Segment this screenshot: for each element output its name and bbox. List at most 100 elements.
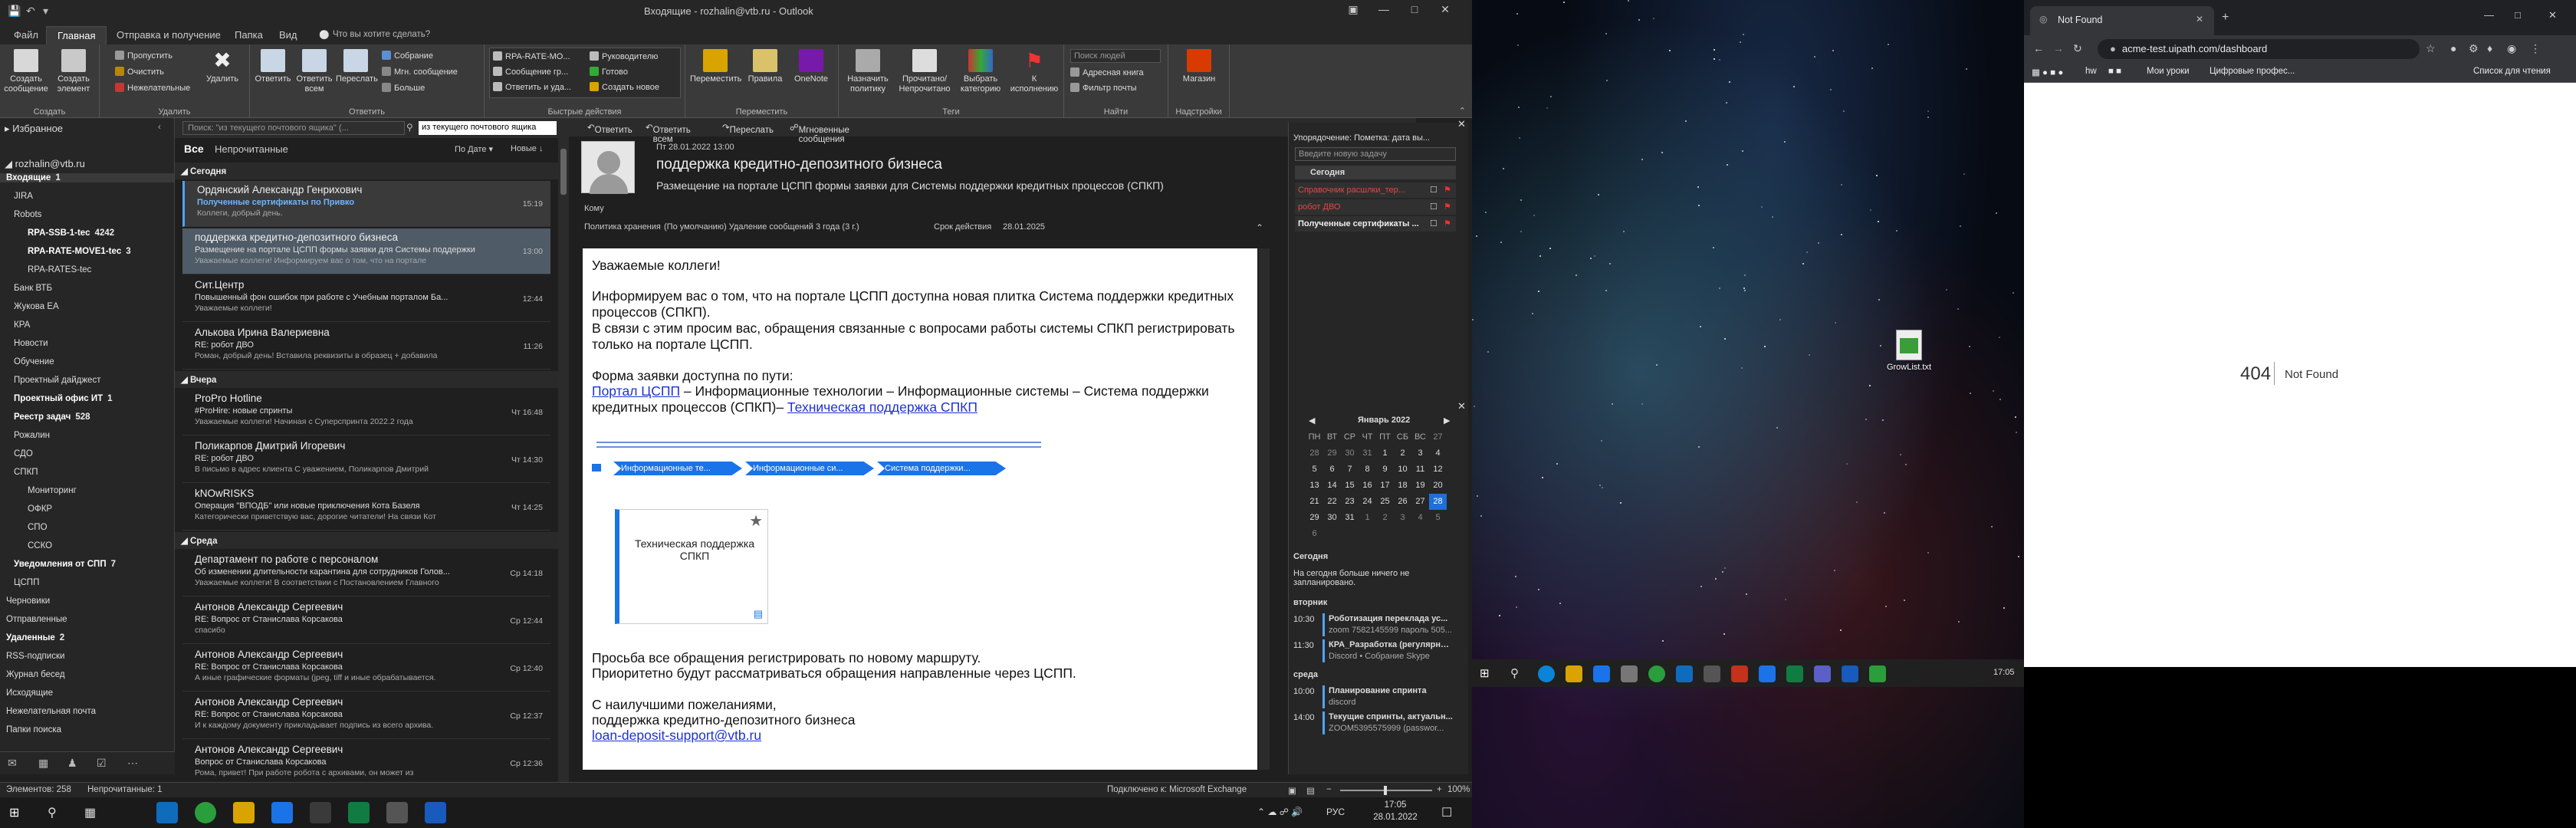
network-taskbar-icon[interactable] — [386, 802, 408, 823]
calendar-day[interactable]: 31 — [1341, 510, 1359, 526]
bookmark-item[interactable]: hw — [2085, 67, 2097, 76]
new-tab-icon[interactable]: + — [2222, 11, 2229, 25]
edge-taskbar-icon[interactable] — [1538, 665, 1555, 682]
excel-taskbar-icon[interactable] — [348, 802, 370, 823]
flag-icon[interactable]: ⚑ — [1444, 202, 1451, 212]
windows-start-icon[interactable]: ⊞ — [1480, 666, 1490, 680]
search-icon[interactable]: ⚲ — [1510, 666, 1519, 680]
flag-icon[interactable]: ⚑ — [1444, 219, 1451, 228]
calendar-day[interactable]: 8 — [1359, 462, 1376, 478]
folder-item[interactable]: Уведомления от СПП 7 — [14, 560, 116, 569]
more-respond-button[interactable]: Больше — [382, 83, 425, 93]
calendar-day[interactable]: 4 — [1411, 510, 1429, 526]
folder-item[interactable]: RPA-RATE-MOVE1-tec 3 — [28, 247, 131, 256]
folder-item[interactable]: Удаленные 2 — [6, 633, 64, 642]
folder-item[interactable]: Проектный дайджест — [14, 376, 100, 385]
sort-by-dropdown[interactable]: По Дате ▾ — [455, 144, 493, 154]
address-bar[interactable]: ● acme-test.uipath.com/dashboard — [2098, 39, 2420, 59]
calendar-day[interactable]: 15 — [1341, 478, 1359, 494]
im-link[interactable]: ☍ Мгновенные сообщения — [790, 122, 849, 144]
folder-item[interactable]: СПКП — [14, 468, 38, 477]
task-checkbox-icon[interactable]: ☐ — [1430, 202, 1438, 212]
close-todo-icon[interactable]: ✕ — [1457, 118, 1466, 130]
message-item[interactable]: Антонов Александр Сергеевич RE: Вопрос от… — [182, 598, 550, 644]
task-item[interactable]: Справочник расшлки_тер... ☐ ⚑ — [1295, 182, 1456, 198]
message-item[interactable]: Сит.Центр Повышенный фон ошибок при работ… — [182, 276, 550, 322]
close-button[interactable]: ✕ — [1430, 3, 1460, 16]
agenda-event[interactable]: 10:30 Роботизация переклада ус... zoom 758… — [1293, 613, 1454, 638]
scrollbar-thumb[interactable] — [560, 149, 567, 195]
outlook-taskbar-icon[interactable] — [156, 802, 178, 823]
excel-taskbar-icon[interactable] — [1786, 665, 1803, 682]
quickstep-item[interactable]: Руководителю — [590, 51, 658, 61]
ribbon-display-icon[interactable]: ▣ — [1338, 3, 1368, 16]
filter-all[interactable]: Все — [184, 143, 204, 155]
calendar-icon[interactable]: ▦ — [38, 757, 48, 770]
pdf-taskbar-icon[interactable] — [1731, 665, 1748, 682]
word-taskbar-icon[interactable] — [425, 802, 446, 823]
quickstep-item[interactable]: RPA-RATE-MO... — [493, 51, 570, 61]
bookmark-item[interactable]: ■ ■ — [2108, 67, 2121, 76]
teams-taskbar-icon[interactable] — [1814, 665, 1831, 682]
tray-icons[interactable]: ⌃ ☁ ☍ 🔊 — [1257, 807, 1303, 817]
filter-mail-button[interactable]: Фильтр почты — [1070, 83, 1137, 93]
extension-icon[interactable]: ● — [2450, 42, 2456, 54]
calendar-day[interactable]: 3 — [1394, 510, 1411, 526]
calendar-day[interactable]: 29 — [1323, 445, 1341, 462]
folder-item[interactable]: RPA-SSB-1-tec 4242 — [28, 228, 114, 238]
word-taskbar-icon[interactable] — [1842, 665, 1858, 682]
reply-link[interactable]: ↶ Ответить — [587, 122, 632, 135]
message-sender[interactable]: поддержка кредитно-депозитного бизнеса — [656, 156, 942, 173]
folder-item[interactable]: ССКО — [28, 541, 52, 550]
search-people-input[interactable]: Поиск людей — [1070, 49, 1161, 63]
folder-item[interactable]: ЦСПП — [14, 578, 39, 587]
calendar-day[interactable]: 6 — [1323, 462, 1341, 478]
undo-icon[interactable]: ↶ — [26, 5, 35, 18]
filter-unread[interactable]: Непрочитанные — [215, 143, 288, 155]
app-taskbar-icon[interactable] — [1704, 665, 1720, 682]
explorer-taskbar-icon[interactable] — [1566, 665, 1582, 682]
flag-icon[interactable]: ⚑ — [1444, 185, 1451, 195]
store-button[interactable]: Магазин — [1176, 49, 1222, 84]
calendar-day[interactable]: 4 — [1429, 445, 1447, 462]
tech-support-link[interactable]: Техническая поддержка СПКП — [787, 399, 978, 415]
calendar-day[interactable]: 29 — [1306, 510, 1323, 526]
prev-month-icon[interactable]: ◀ — [1309, 416, 1315, 426]
calendar-day[interactable]: 20 — [1429, 478, 1447, 494]
calendar-day[interactable]: 30 — [1323, 510, 1341, 526]
calendar-day[interactable]: 25 — [1376, 494, 1394, 510]
folder-item[interactable]: СПО — [28, 523, 48, 532]
zoom-slider-thumb[interactable] — [1384, 786, 1387, 795]
folder-item[interactable]: Обучение — [14, 357, 54, 366]
folder-item[interactable]: RSS-подписки — [6, 652, 64, 661]
im-button[interactable]: Мгн. сообщение — [382, 67, 458, 77]
group-header[interactable]: ◢ Вчера — [175, 371, 558, 388]
zoom-in-icon[interactable]: + — [1437, 785, 1442, 794]
calendar-day[interactable]: 5 — [1306, 462, 1323, 478]
chrome-taskbar-icon[interactable] — [1648, 665, 1665, 682]
reply-all-button[interactable]: Ответить всем — [294, 49, 334, 94]
group-header[interactable]: ◢ Сегодня — [175, 163, 558, 179]
minimize-button[interactable]: — — [2484, 9, 2494, 21]
bookmark-item[interactable]: Мои уроки — [2147, 67, 2190, 76]
group-header[interactable]: ◢ Среда — [175, 532, 558, 549]
bookmark-star-icon[interactable]: ☆ — [2426, 42, 2436, 55]
search-icon[interactable]: ⚲ — [48, 805, 57, 820]
ignore-button[interactable]: Пропустить — [115, 51, 172, 61]
chrome-tab[interactable]: ◎ Not Found ✕ — [2030, 6, 2214, 35]
calendar-day[interactable]: 17 — [1376, 478, 1394, 494]
new-item-button[interactable]: Создать элемент — [51, 49, 97, 94]
quickstep-item[interactable]: Ответить и уда... — [493, 82, 571, 92]
calendar-day[interactable]: 23 — [1341, 494, 1359, 510]
clock-time[interactable]: 17:05 — [1365, 800, 1426, 810]
collapse-header-icon[interactable]: ⌃ — [1256, 222, 1263, 233]
folder-item[interactable]: Новости — [14, 339, 48, 348]
message-item[interactable]: ProPro Hotline #ProHire: новые спринты Ува… — [182, 389, 550, 435]
uipath-taskbar-icon[interactable] — [271, 802, 293, 823]
tab-file[interactable]: Файл — [3, 26, 49, 44]
favorites-header[interactable]: ▸ Избранное — [5, 123, 63, 135]
view-reading-icon[interactable]: ▤ — [1306, 785, 1315, 796]
calendar-day[interactable]: 10 — [1394, 462, 1411, 478]
folder-item[interactable]: Robots — [14, 210, 41, 219]
message-item[interactable]: Департамент по работе с персоналом Об изм… — [182, 550, 550, 596]
